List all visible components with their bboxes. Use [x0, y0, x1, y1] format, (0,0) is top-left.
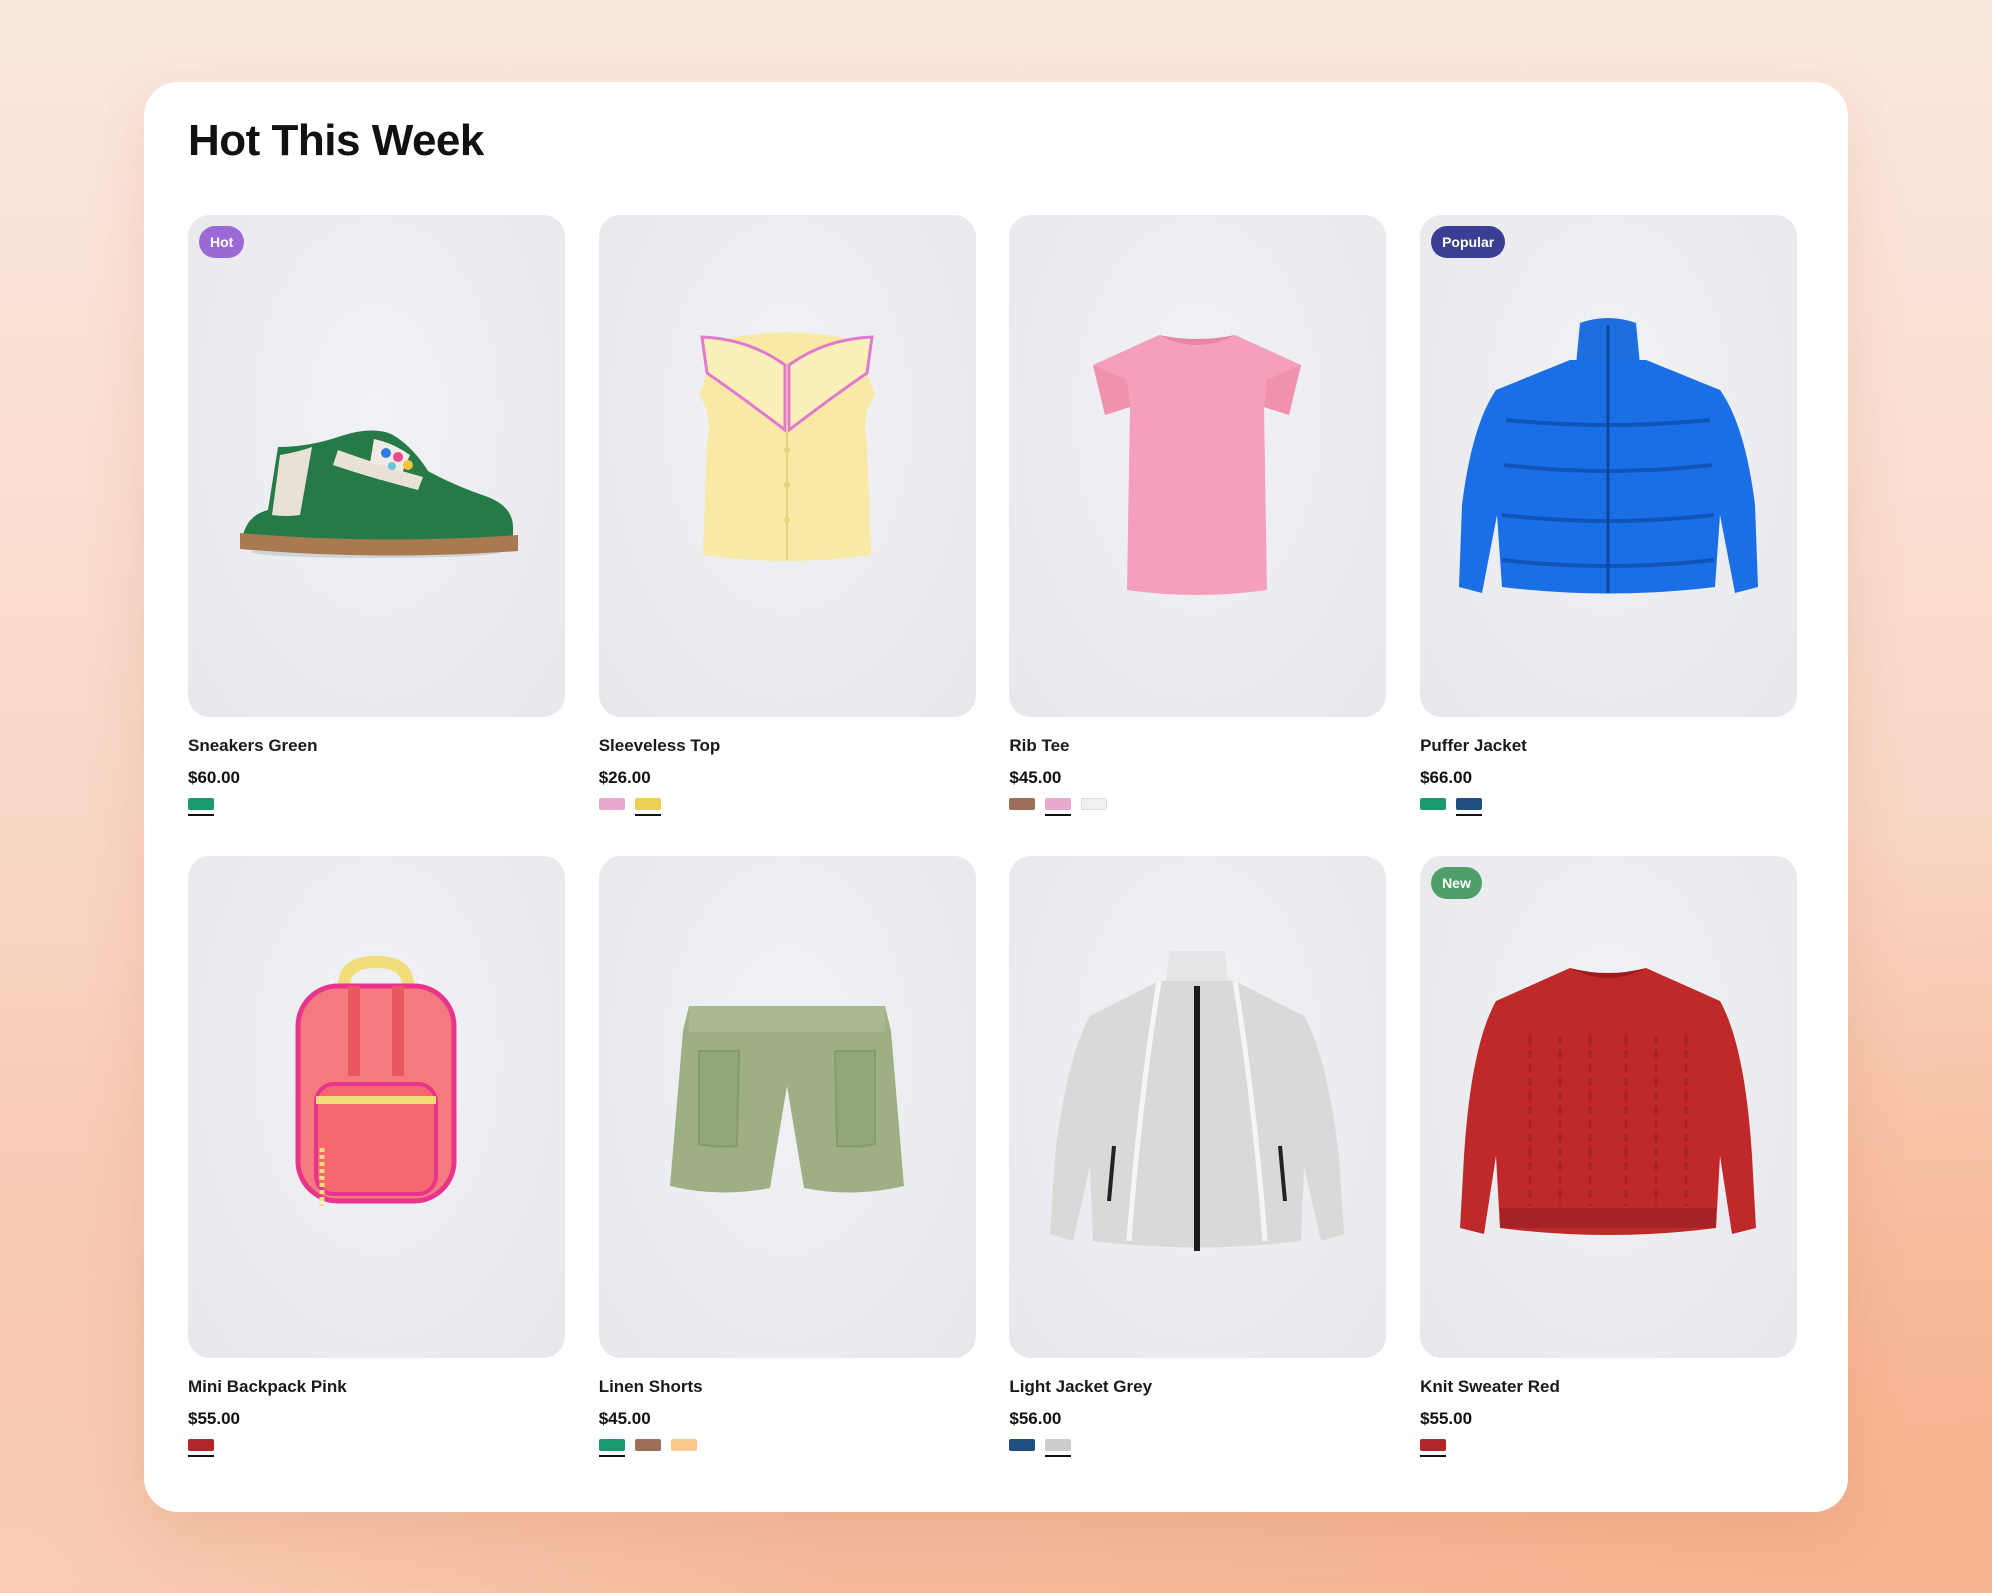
product-name[interactable]: Knit Sweater Red — [1420, 1377, 1560, 1397]
product-card[interactable]: Mini Backpack Pink $55.00 — [188, 856, 565, 1457]
shorts-icon — [669, 1006, 904, 1193]
product-name[interactable]: Rib Tee — [1009, 736, 1069, 756]
color-swatch[interactable] — [1009, 1439, 1036, 1451]
sweater-icon — [1460, 968, 1757, 1235]
product-card[interactable]: Sleeveless Top $26.00 — [598, 215, 976, 816]
product-name[interactable]: Light Jacket Grey — [1009, 1377, 1152, 1397]
product-image[interactable]: Popular — [1420, 215, 1798, 717]
color-swatches — [1420, 798, 1483, 816]
product-image[interactable] — [1009, 856, 1387, 1358]
color-swatch[interactable] — [188, 798, 214, 816]
color-swatches — [1420, 1439, 1447, 1457]
color-swatch[interactable] — [1045, 1439, 1072, 1457]
product-badge: New — [1431, 867, 1482, 899]
sleeveless-top-icon — [698, 332, 875, 561]
product-badge: Popular — [1431, 226, 1506, 258]
product-card[interactable]: Rib Tee $45.00 — [1009, 215, 1387, 816]
product-card[interactable]: Linen Shorts $45.00 — [598, 856, 976, 1457]
product-price: $56.00 — [1009, 1409, 1062, 1428]
product-badge: Hot — [199, 226, 245, 258]
product-price: $66.00 — [1420, 768, 1473, 787]
product-card[interactable]: New Knit Sweater Red $55.00 — [1420, 856, 1798, 1457]
sneaker-icon — [240, 430, 518, 558]
color-swatches — [598, 798, 661, 816]
product-image[interactable] — [598, 856, 976, 1358]
color-swatch[interactable] — [634, 1439, 661, 1451]
puffer-jacket-icon — [1459, 318, 1759, 594]
product-grid: Hot Sneakers Green $60.00 Sleeveless Top $2… — [188, 215, 1798, 1457]
product-image[interactable]: New — [1420, 856, 1798, 1358]
color-swatch[interactable] — [1045, 798, 1072, 816]
light-jacket-icon — [1050, 951, 1345, 1251]
color-swatches — [188, 1439, 214, 1457]
product-name[interactable]: Linen Shorts — [599, 1377, 703, 1397]
color-swatch[interactable] — [1420, 798, 1447, 810]
product-price: $60.00 — [188, 768, 240, 787]
color-swatches — [188, 798, 214, 816]
color-swatch[interactable] — [1009, 798, 1036, 810]
color-swatches — [1009, 798, 1108, 816]
t-shirt-icon — [1093, 335, 1302, 595]
product-price: $45.00 — [598, 1409, 651, 1428]
product-panel: Hot This Week Hot Sneakers Green $60.00 Sl… — [144, 82, 1848, 1512]
backpack-icon — [295, 956, 457, 1206]
product-image[interactable] — [1009, 215, 1387, 717]
section-title: Hot This Week — [188, 116, 484, 165]
color-swatches — [598, 1439, 697, 1457]
product-name[interactable]: Sneakers Green — [188, 736, 317, 756]
product-name[interactable]: Sleeveless Top — [599, 736, 721, 756]
color-swatch[interactable] — [188, 1439, 214, 1457]
product-card[interactable]: Popular Puffer Jacket $66.00 — [1420, 215, 1798, 816]
product-card[interactable]: Hot Sneakers Green $60.00 — [188, 215, 565, 816]
color-swatch[interactable] — [1081, 798, 1108, 810]
product-price: $55.00 — [188, 1409, 240, 1428]
product-card[interactable]: Light Jacket Grey $56.00 — [1009, 856, 1387, 1457]
product-price: $26.00 — [598, 768, 651, 787]
color-swatch[interactable] — [1456, 798, 1483, 816]
product-name[interactable]: Mini Backpack Pink — [188, 1377, 347, 1397]
color-swatch[interactable] — [670, 1439, 697, 1451]
color-swatch[interactable] — [634, 798, 661, 816]
product-price: $55.00 — [1420, 1409, 1473, 1428]
product-image[interactable] — [598, 215, 976, 717]
product-image[interactable]: Hot — [188, 215, 565, 717]
color-swatches — [1009, 1439, 1072, 1457]
product-price: $45.00 — [1009, 768, 1062, 787]
product-image[interactable] — [188, 856, 565, 1358]
color-swatch[interactable] — [1420, 1439, 1447, 1457]
product-name[interactable]: Puffer Jacket — [1420, 736, 1527, 756]
color-swatch[interactable] — [598, 798, 625, 810]
color-swatch[interactable] — [598, 1439, 625, 1457]
